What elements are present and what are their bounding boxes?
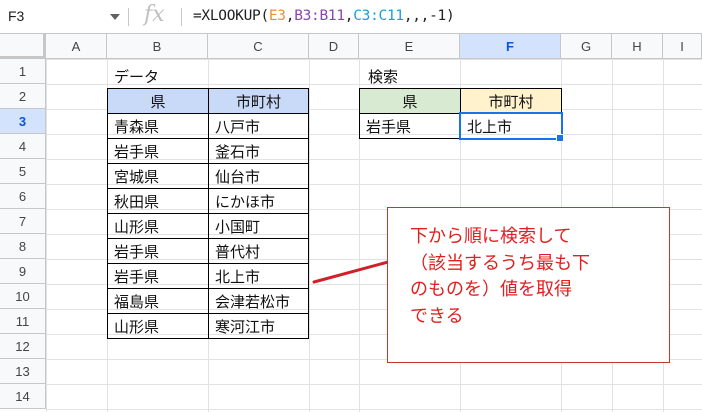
callout-line: （該当するうち最も下 (410, 252, 590, 274)
callout-line: のものを）値を取得 (410, 279, 572, 300)
callout-line: 下から順に検索して (410, 226, 572, 247)
callout-box[interactable]: 下から順に検索して （該当するうち最も下 のものを）値を取得 できる (387, 207, 670, 363)
callout-text: 下から順に検索して （該当するうち最も下 のものを）値を取得 できる (410, 224, 660, 330)
callout-line: できる (410, 305, 464, 327)
connector-line (312, 260, 390, 284)
